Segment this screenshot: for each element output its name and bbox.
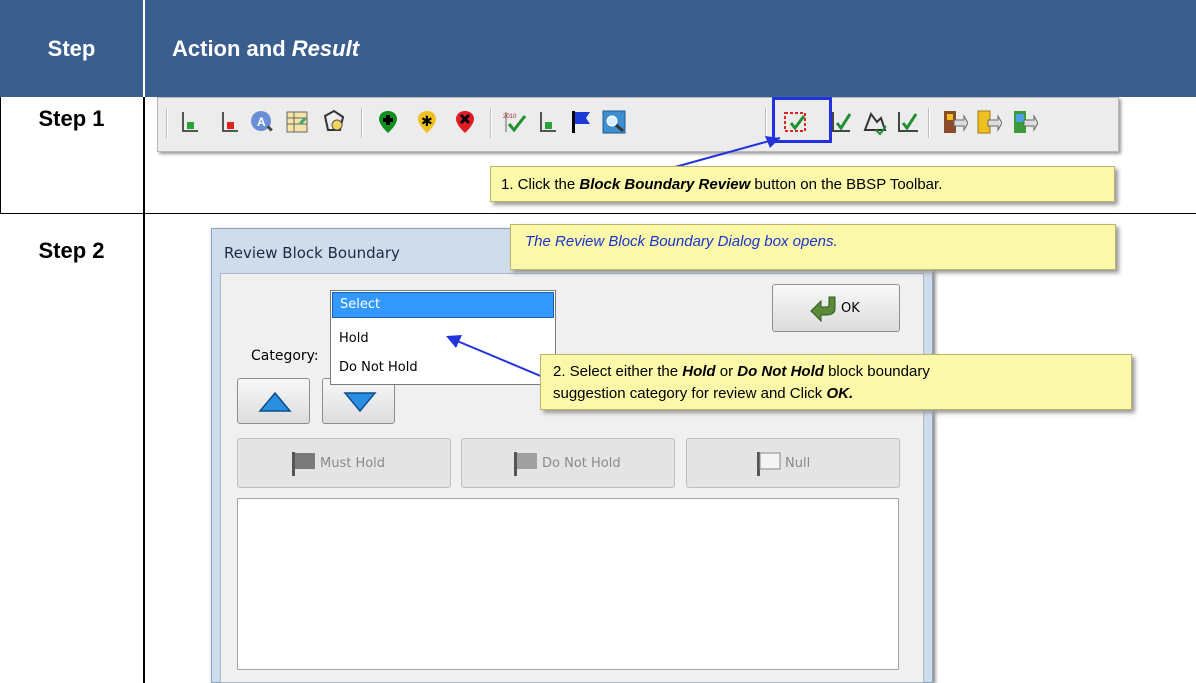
step2-post1: block boundary xyxy=(823,363,930,380)
flag-gray-icon xyxy=(514,452,537,476)
dropdown-option-hold[interactable]: Hold xyxy=(339,331,369,346)
boundary-check-icon[interactable] xyxy=(828,108,856,136)
dialog-title: Review Block Boundary xyxy=(224,244,400,262)
step1-callout: 1. Click the Block Boundary Review butto… xyxy=(490,166,1115,202)
previous-button[interactable] xyxy=(237,378,310,424)
blue-flag-icon[interactable] xyxy=(566,108,594,136)
header-separator xyxy=(143,0,145,97)
triangle-up-icon xyxy=(258,391,292,412)
export-yellow-icon[interactable] xyxy=(974,108,1002,136)
toolbar-separator xyxy=(928,108,930,138)
block-flag-icon[interactable] xyxy=(532,108,560,136)
do-not-hold-label: Do Not Hold xyxy=(542,456,621,471)
triangle-down-icon xyxy=(343,392,377,413)
header-action-text: Action and xyxy=(172,35,286,61)
header-action: Action and Result xyxy=(172,0,359,97)
search-address-icon[interactable]: A xyxy=(248,108,276,136)
dialog-opens-callout: The Review Block Boundary Dialog box ope… xyxy=(510,224,1116,270)
must-hold-label: Must Hold xyxy=(320,456,386,471)
shape-edit-icon[interactable] xyxy=(861,108,889,136)
review-results-area[interactable] xyxy=(237,498,899,670)
ok-button[interactable]: OK xyxy=(772,284,900,332)
step1-callout-pre: 1. Click the xyxy=(501,176,580,193)
step2-pre: 2. Select either the xyxy=(553,363,683,380)
toolbar-separator xyxy=(361,108,363,138)
svg-text:2010: 2010 xyxy=(503,114,517,120)
null-label: Null xyxy=(785,456,811,471)
null-button[interactable]: Null xyxy=(686,438,900,488)
delete-point-icon[interactable] xyxy=(451,108,479,136)
svg-text:✱: ✱ xyxy=(421,114,433,130)
step2-mid: or xyxy=(715,363,738,380)
table-edit-icon[interactable] xyxy=(283,108,311,136)
flag-white-icon xyxy=(757,452,781,476)
flag-dark-icon xyxy=(292,452,315,476)
dropdown-option-do-not-hold[interactable]: Do Not Hold xyxy=(339,360,418,375)
block-add-icon[interactable] xyxy=(174,108,202,136)
row-divider xyxy=(0,213,1196,214)
column-divider xyxy=(143,97,145,683)
header-result-text: Result xyxy=(291,35,360,61)
step2-line2: suggestion category for review and Click xyxy=(553,385,827,402)
header-step: Step xyxy=(47,35,96,61)
2010-check-icon[interactable]: 2010 xyxy=(500,108,528,136)
export-icon[interactable] xyxy=(940,108,968,136)
ok-arrow-icon xyxy=(810,296,836,323)
step1-callout-post: button on the BBSP Toolbar. xyxy=(750,176,943,193)
category-label: Category: xyxy=(251,348,319,364)
svg-text:A: A xyxy=(257,115,266,129)
step2-hold: Hold xyxy=(682,363,716,380)
step1-callout-bold: Block Boundary Review xyxy=(579,176,751,193)
move-point-icon[interactable]: ✱ xyxy=(413,108,441,136)
add-point-icon[interactable] xyxy=(374,108,402,136)
dropdown-selected-item[interactable]: Select xyxy=(332,292,554,318)
toolbar-separator xyxy=(490,108,492,138)
step2-ok: OK. xyxy=(826,385,854,402)
block-delete-icon[interactable] xyxy=(214,108,242,136)
polygon-edit-icon[interactable] xyxy=(320,108,348,136)
dropdown-selected-label: Select xyxy=(340,297,381,312)
export-blue-icon[interactable] xyxy=(1010,108,1038,136)
step-1-label: Step 1 xyxy=(38,106,105,131)
step2-donothold: Do Not Hold xyxy=(737,363,824,380)
toolbar-grip xyxy=(166,108,168,138)
do-not-hold-button[interactable]: Do Not Hold xyxy=(461,438,675,488)
ok-button-label: OK xyxy=(841,301,860,316)
step2-callout: 2. Select either the Hold or Do Not Hold… xyxy=(540,354,1132,410)
polygon-check-icon[interactable] xyxy=(894,108,922,136)
dialog-opens-text: The Review Block Boundary Dialog box ope… xyxy=(525,233,838,250)
step-2-label: Step 2 xyxy=(38,238,105,263)
must-hold-button[interactable]: Must Hold xyxy=(237,438,451,488)
